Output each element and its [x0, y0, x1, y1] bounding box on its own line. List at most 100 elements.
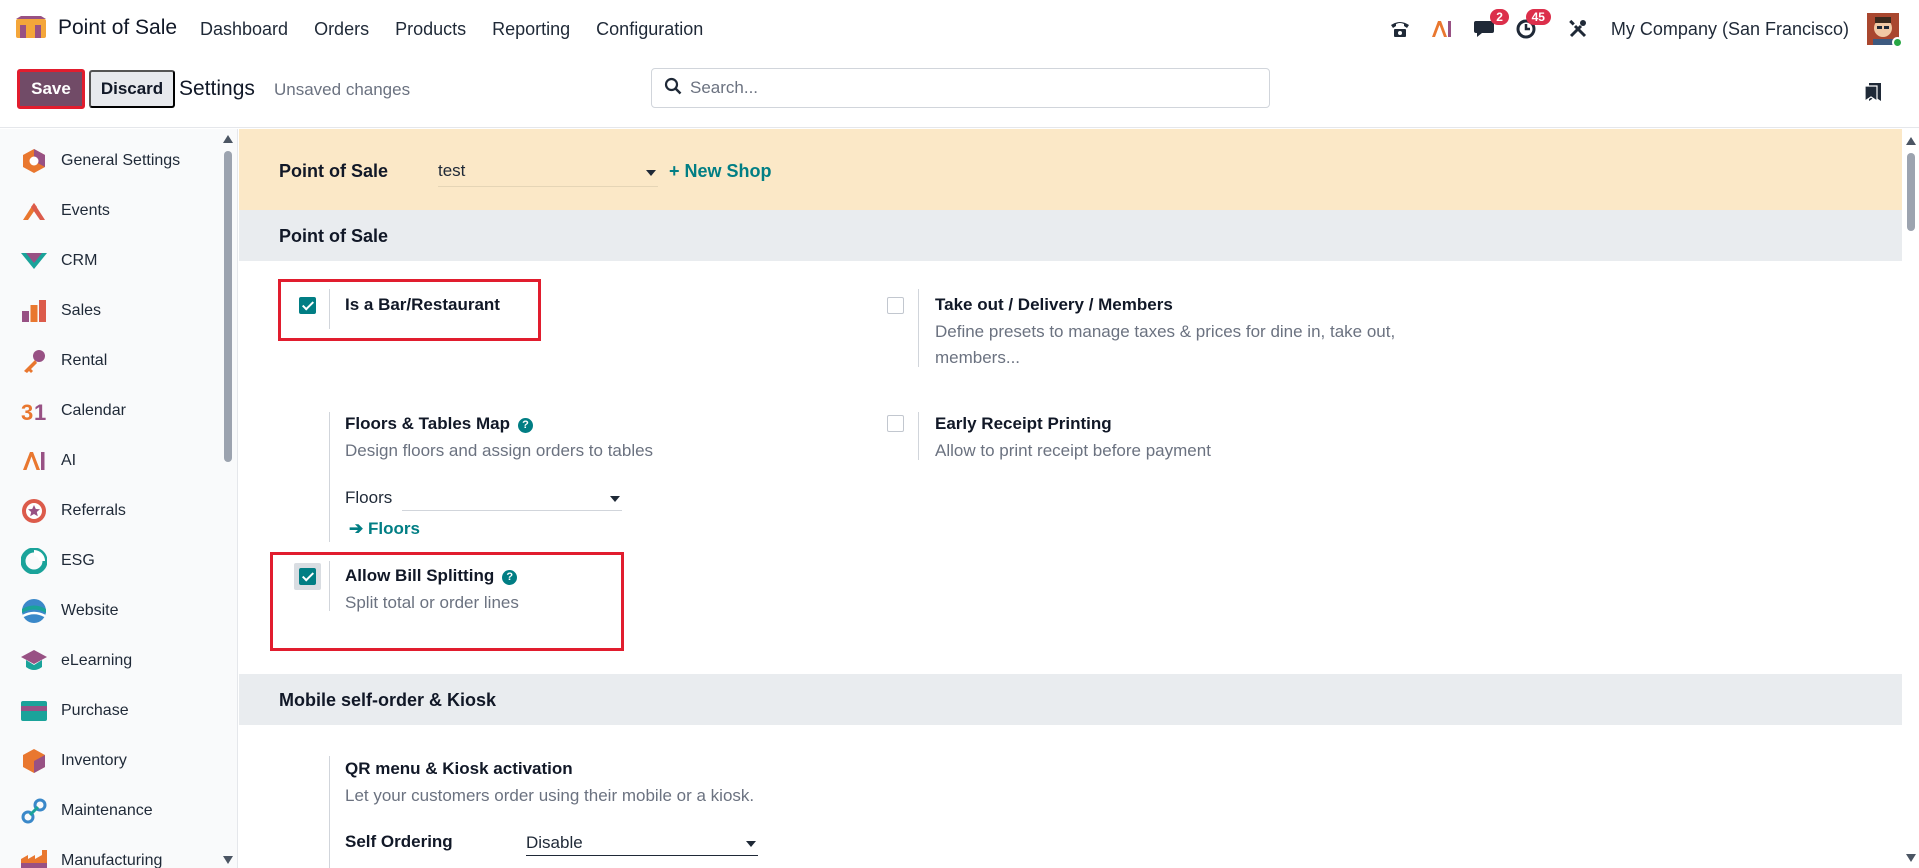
help-icon[interactable]: ? [518, 418, 533, 433]
bookmark-icon[interactable] [1864, 82, 1882, 107]
section-header-pos: Point of Sale [239, 210, 1902, 261]
takeout-description: Define presets to manage taxes & prices … [935, 322, 1396, 341]
general-settings-icon [20, 147, 48, 175]
activities-icon[interactable]: 45 [1513, 9, 1551, 42]
floors-select[interactable] [402, 485, 622, 511]
sidebar-item-purchase[interactable]: Purchase [0, 686, 220, 736]
settings-sidebar: General Settings Events CRM Sales Rental… [0, 129, 238, 868]
sidebar-item-rental[interactable]: Rental [0, 336, 220, 386]
systray: 2 45 My Company (San Francisco) [1387, 9, 1919, 48]
floors-title-text: Floors & Tables Map [345, 414, 510, 433]
scrollbar-thumb[interactable] [1907, 153, 1915, 231]
sidebar-item-website[interactable]: Website [0, 586, 220, 636]
floors-title: Floors & Tables Map? [345, 414, 533, 434]
maintenance-icon [20, 797, 48, 825]
shop-select[interactable]: test [438, 157, 658, 187]
floors-link[interactable]: ➔ Floors [349, 519, 420, 539]
purchase-icon [20, 697, 48, 725]
phone-icon[interactable] [1387, 16, 1413, 42]
self-ordering-value: Disable [526, 833, 583, 852]
search-box [651, 68, 1270, 108]
search-icon [664, 77, 682, 100]
sidebar-item-elearning[interactable]: eLearning [0, 636, 220, 686]
manufacturing-icon [20, 847, 48, 868]
bar-restaurant-checkbox[interactable] [299, 297, 316, 314]
chevron-down-icon [646, 170, 656, 176]
sidebar-item-label: ESG [61, 552, 95, 569]
scrollbar-thumb[interactable] [224, 151, 232, 462]
settings-content: Point of Sale test + New Shop Point of S… [239, 129, 1902, 868]
sidebar-item-referrals[interactable]: Referrals [0, 486, 220, 536]
tools-icon[interactable] [1565, 16, 1591, 42]
calendar-icon: 31 [20, 397, 48, 425]
sidebar-item-label: AI [61, 452, 77, 469]
sidebar-item-label: Maintenance [61, 802, 153, 819]
website-icon [20, 597, 48, 625]
sidebar-item-manufacturing[interactable]: Manufacturing [0, 836, 220, 868]
sidebar-item-ai[interactable]: AI [0, 436, 220, 486]
sidebar-item-label: eLearning [61, 652, 133, 669]
shop-select-value: test [438, 161, 466, 180]
early-receipt-description: Allow to print receipt before payment [935, 441, 1211, 460]
pos-app-icon[interactable] [16, 16, 46, 38]
sidebar-item-sales[interactable]: Sales [0, 286, 220, 336]
ai-icon[interactable] [1429, 16, 1455, 42]
floors-link-text: Floors [367, 519, 420, 538]
page-title: Settings [179, 77, 255, 100]
sidebar-item-general-settings[interactable]: General Settings [0, 136, 220, 186]
early-receipt-title: Early Receipt Printing [935, 414, 1112, 433]
sidebar-item-calendar[interactable]: 31 Calendar [0, 386, 220, 436]
early-receipt-checkbox[interactable] [887, 415, 904, 432]
discard-button[interactable]: Discard [89, 70, 175, 108]
sidebar-item-label: Calendar [61, 402, 126, 419]
takeout-checkbox[interactable] [887, 297, 904, 314]
unsaved-status: Unsaved changes [274, 80, 411, 99]
activities-badge: 45 [1525, 9, 1551, 25]
ai-icon [20, 447, 48, 475]
main-scrollbar[interactable] [1903, 129, 1919, 868]
qr-kiosk-description: Let your customers order using their mob… [345, 786, 755, 805]
svg-text:1: 1 [34, 400, 46, 422]
menu-configuration[interactable]: Configuration [596, 19, 703, 40]
chevron-down-icon [746, 841, 756, 847]
sidebar-item-events[interactable]: Events [0, 186, 220, 236]
sidebar-item-crm[interactable]: CRM [0, 236, 220, 286]
divider [918, 412, 919, 460]
sidebar-item-label: Manufacturing [61, 852, 163, 868]
sidebar-item-inventory[interactable]: Inventory [0, 736, 220, 786]
scroll-down-arrow-icon[interactable] [1906, 854, 1916, 862]
bill-splitting-checkbox[interactable] [299, 568, 316, 585]
sidebar-item-maintenance[interactable]: Maintenance [0, 786, 220, 836]
menu-reporting[interactable]: Reporting [492, 19, 570, 40]
new-shop-button[interactable]: + New Shop [669, 161, 772, 182]
search-input[interactable] [690, 78, 1250, 98]
sidebar-scrollbar[interactable] [222, 129, 234, 868]
self-ordering-label: Self Ordering [345, 832, 453, 851]
sidebar-item-label: Referrals [61, 502, 126, 519]
scroll-down-arrow-icon[interactable] [223, 856, 233, 864]
menu-orders[interactable]: Orders [314, 19, 369, 40]
scroll-up-arrow-icon[interactable] [223, 135, 233, 143]
self-ordering-select[interactable]: Disable [526, 830, 758, 856]
menu-products[interactable]: Products [395, 19, 466, 40]
company-switcher[interactable]: My Company (San Francisco) [1611, 19, 1849, 40]
bill-splitting-title-text: Allow Bill Splitting [345, 566, 495, 585]
help-icon[interactable]: ? [502, 570, 518, 585]
sidebar-item-esg[interactable]: ESG [0, 536, 220, 586]
user-avatar[interactable] [1867, 13, 1903, 48]
divider [329, 289, 330, 329]
bill-splitting-description: Split total or order lines [345, 593, 519, 612]
messages-badge: 2 [1490, 9, 1509, 25]
messages-icon[interactable]: 2 [1471, 9, 1509, 42]
section-header-kiosk: Mobile self-order & Kiosk [239, 674, 1902, 725]
sidebar-item-label: General Settings [61, 152, 181, 169]
menu-dashboard[interactable]: Dashboard [200, 19, 288, 40]
sidebar-item-label: Website [61, 602, 119, 619]
shop-label: Point of Sale [279, 161, 389, 181]
inventory-icon [20, 747, 48, 775]
bar-restaurant-title: Is a Bar/Restaurant [345, 295, 500, 314]
save-button[interactable]: Save [17, 69, 85, 109]
online-status-dot [1892, 37, 1903, 48]
scroll-up-arrow-icon[interactable] [1906, 137, 1916, 145]
app-name[interactable]: Point of Sale [58, 16, 177, 40]
